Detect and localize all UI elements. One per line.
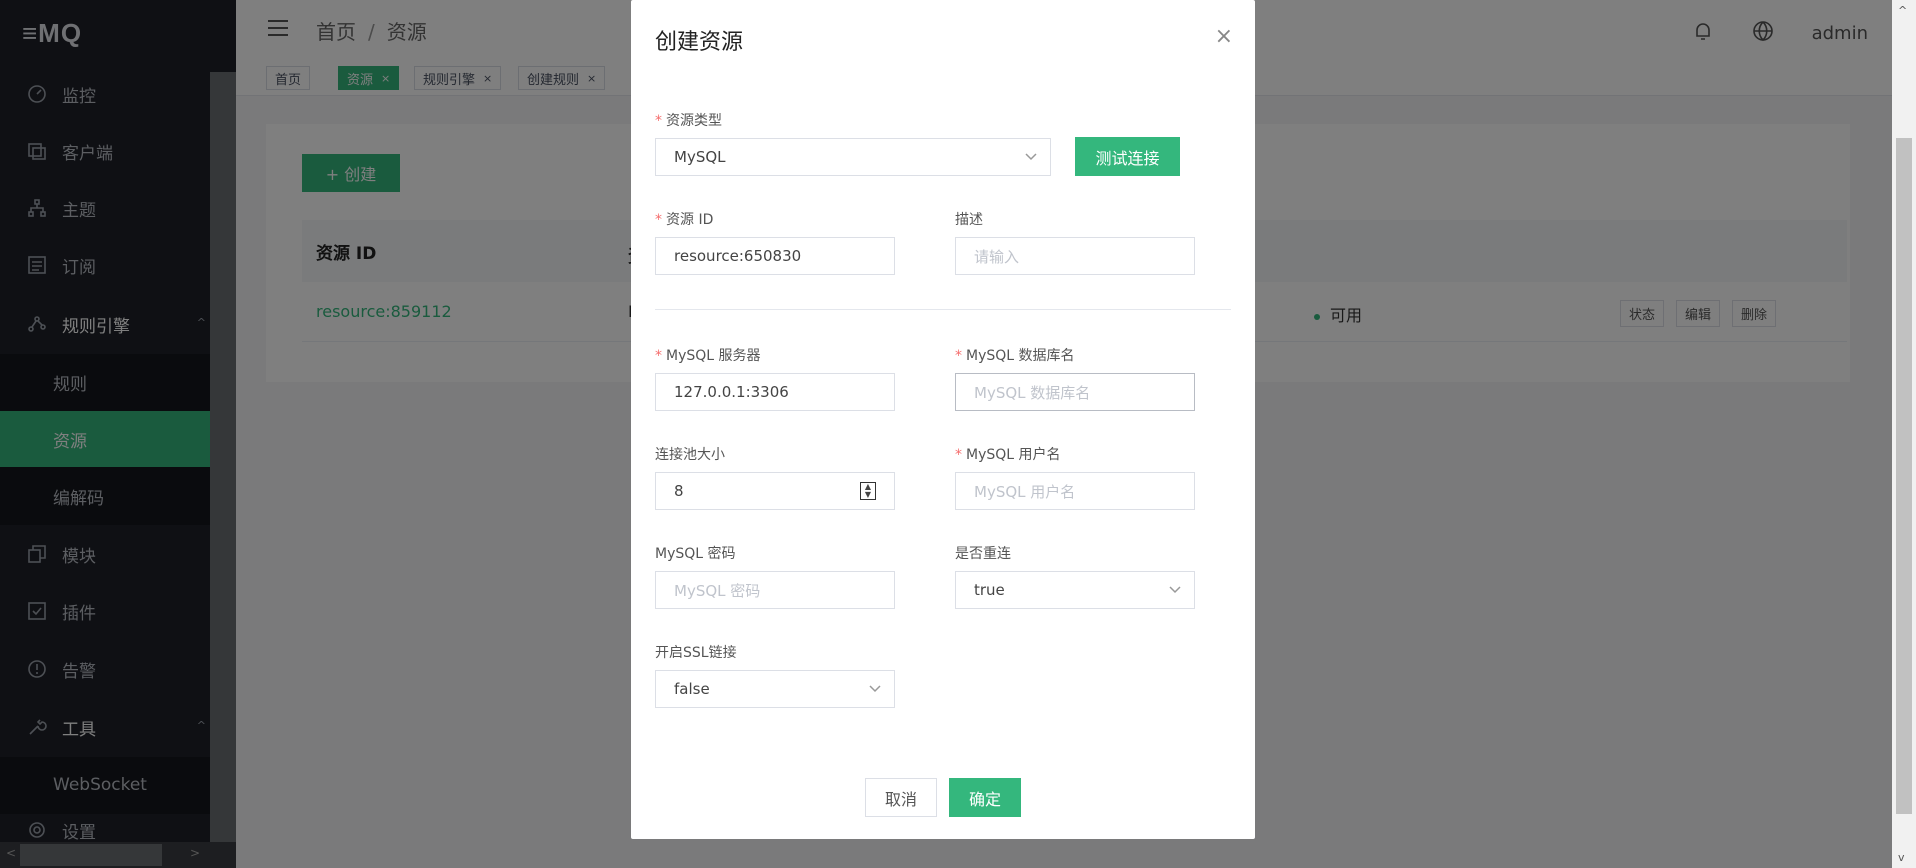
divider: [655, 309, 1231, 310]
mysql-database-label: * MySQL 数据库名: [955, 348, 1075, 364]
page-scroll-thumb[interactable]: [1896, 138, 1912, 814]
auto-reconnect-label: 是否重连: [955, 546, 1011, 562]
page-scrollbar[interactable]: ^ v: [1892, 0, 1916, 868]
pool-size-value: 8: [674, 482, 684, 500]
mysql-server-input[interactable]: 127.0.0.1:3306: [655, 373, 895, 411]
ssl-select[interactable]: false: [655, 670, 895, 708]
stepper-arrows-icon[interactable]: ▲ ▼: [860, 482, 876, 500]
mysql-database-input[interactable]: MySQL 数据库名: [955, 373, 1195, 411]
create-resource-dialog: 创建资源 × * 资源类型 MySQL 测试连接 * 资源 ID resource:…: [631, 0, 1255, 839]
description-placeholder: 请输入: [974, 247, 1020, 266]
chevron-down-icon: [1168, 582, 1181, 594]
auto-reconnect-value: true: [974, 581, 1005, 599]
mysql-password-label: MySQL 密码: [655, 546, 736, 562]
mysql-server-value: 127.0.0.1:3306: [674, 383, 789, 401]
chevron-down-icon: [1024, 149, 1037, 161]
chevron-down-icon: [868, 681, 881, 693]
mysql-username-input[interactable]: MySQL 用户名: [955, 472, 1195, 510]
mysql-username-placeholder: MySQL 用户名: [974, 482, 1076, 501]
scroll-down-icon[interactable]: v: [1898, 851, 1905, 864]
cancel-button[interactable]: 取消: [865, 778, 937, 817]
resource-id-input[interactable]: resource:650830: [655, 237, 895, 275]
mysql-password-placeholder: MySQL 密码: [674, 581, 761, 600]
pool-size-label: 连接池大小: [655, 447, 725, 463]
mysql-username-label: * MySQL 用户名: [955, 447, 1061, 463]
dialog-title: 创建资源: [655, 30, 744, 55]
ssl-label: 开启SSL链接: [655, 645, 737, 661]
mysql-password-input[interactable]: MySQL 密码: [655, 571, 895, 609]
description-input[interactable]: 请输入: [955, 237, 1195, 275]
confirm-button[interactable]: 确定: [949, 778, 1021, 817]
resource-type-label: * 资源类型: [655, 113, 722, 129]
description-label: 描述: [955, 212, 983, 228]
pool-size-stepper[interactable]: 8 ▲ ▼: [655, 472, 895, 510]
close-icon[interactable]: ×: [1215, 24, 1233, 49]
auto-reconnect-select[interactable]: true: [955, 571, 1195, 609]
ssl-value: false: [674, 680, 710, 698]
resource-id-label: * 资源 ID: [655, 212, 714, 228]
resource-id-value: resource:650830: [674, 247, 802, 265]
resource-type-value: MySQL: [674, 148, 726, 166]
resource-type-select[interactable]: MySQL: [655, 138, 1051, 176]
scroll-up-icon[interactable]: ^: [1898, 4, 1907, 17]
mysql-database-placeholder: MySQL 数据库名: [974, 383, 1091, 402]
test-connection-button[interactable]: 测试连接: [1075, 137, 1180, 176]
mysql-server-label: * MySQL 服务器: [655, 348, 761, 364]
